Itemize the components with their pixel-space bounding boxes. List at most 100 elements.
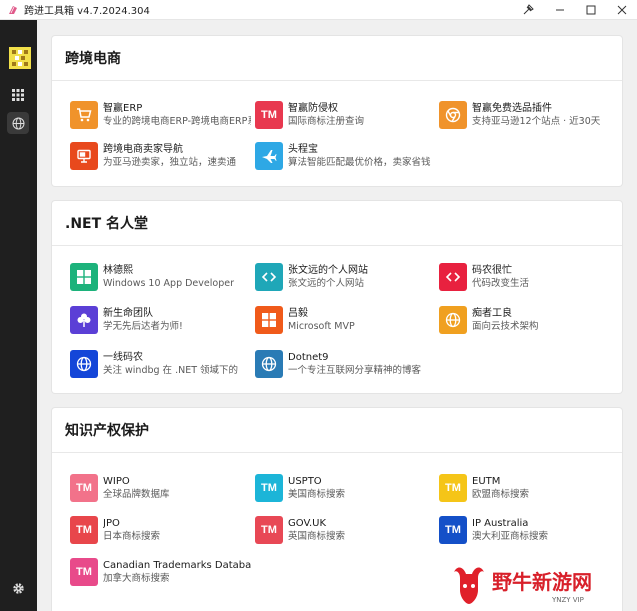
list-item[interactable]: TM GOV.UK 英国商标搜索 xyxy=(255,512,440,548)
tm-icon: TM xyxy=(70,516,98,544)
section-title: 知识产权保护 xyxy=(52,408,622,453)
code-icon xyxy=(439,263,467,291)
item-title: 痴者工良 xyxy=(472,308,512,319)
item-title: 林德熙 xyxy=(103,265,133,276)
item-title: IP Australia xyxy=(472,518,529,529)
item-description: Windows 10 App Developer xyxy=(103,278,234,289)
apps-grid-icon xyxy=(12,89,24,101)
list-item[interactable]: TM WIPO 全球品牌数据库 xyxy=(70,470,255,506)
cart-icon xyxy=(70,101,98,129)
list-item[interactable]: 新生命团队 学无先后达者为师! xyxy=(70,302,255,338)
presentation-icon xyxy=(70,142,98,170)
list-item[interactable]: 林德熙 Windows 10 App Developer xyxy=(70,259,255,295)
list-item[interactable]: 吕毅 Microsoft MVP xyxy=(255,302,440,338)
list-item[interactable]: TM EUTM 欧盟商标搜索 xyxy=(439,470,624,506)
globe-icon xyxy=(439,306,467,334)
watermark-logo: 野牛新游网 YNZY VIP xyxy=(454,567,592,604)
item-title: 智赢ERP xyxy=(103,103,143,114)
item-description: 专业的跨境电商ERP-跨境电商ERP系统 xyxy=(103,116,251,127)
tm-icon: TM xyxy=(70,558,98,586)
list-item[interactable]: TM IP Australia 澳大利亚商标搜索 xyxy=(439,512,624,548)
section-title: .NET 名人堂 xyxy=(52,201,622,246)
list-item[interactable]: TM Canadian Trademarks Database 加拿大商标搜索 xyxy=(70,554,255,590)
list-item[interactable]: TM USPTO 美国商标搜索 xyxy=(255,470,440,506)
globe-icon xyxy=(255,350,283,378)
item-description: 张文远的个人网站 xyxy=(288,278,365,289)
item-title: 智赢防侵权 xyxy=(288,103,338,114)
item-title: 一线码农 xyxy=(103,352,143,363)
list-item[interactable]: 张文远的个人网站 张文远的个人网站 xyxy=(255,259,440,295)
item-title: EUTM xyxy=(472,476,501,487)
item-description: 全球品牌数据库 xyxy=(103,489,170,500)
app-logo-icon xyxy=(9,47,31,69)
settings-icon xyxy=(12,582,24,594)
clover-icon xyxy=(70,306,98,334)
list-item[interactable]: 智赢免费选品插件 支持亚马逊12个站点 · 近30天 xyxy=(439,97,624,133)
item-description: 代码改变生活 xyxy=(472,278,530,289)
item-description: 算法智能匹配最优价格，卖家省钱 xyxy=(288,157,431,168)
list-item[interactable]: 跨境电商卖家导航 为亚马逊卖家，独立站，速卖通 xyxy=(70,138,255,174)
item-title: 智赢免费选品插件 xyxy=(472,103,552,114)
list-item[interactable]: 头程宝 算法智能匹配最优价格，卖家省钱 xyxy=(255,138,440,174)
list-item[interactable]: 痴者工良 面向云技术架构 xyxy=(439,302,624,338)
windows-icon xyxy=(70,263,98,291)
item-description: 面向云技术架构 xyxy=(472,321,539,332)
airplane-icon xyxy=(255,142,283,170)
list-item[interactable]: Dotnet9 一个专注互联网分享精神的博客 xyxy=(255,346,440,382)
item-title: JPO xyxy=(103,518,120,529)
watermark-text: 野牛新游网 xyxy=(492,570,592,594)
section-dotnet-hall-of-fame: .NET 名人堂 林德熙 Windows 10 App Developer 张文… xyxy=(52,201,622,393)
item-title: Canadian Trademarks Database xyxy=(103,560,251,571)
item-title: 张文远的个人网站 xyxy=(288,265,368,276)
list-item[interactable]: 码农很忙 代码改变生活 xyxy=(439,259,624,295)
pin-icon[interactable] xyxy=(513,0,544,20)
minimize-icon[interactable] xyxy=(544,0,575,20)
watermark-subtext: YNZY VIP xyxy=(551,596,584,604)
tm-icon: TM xyxy=(439,474,467,502)
main-content: 跨境电商 智赢ERP 专业的跨境电商ERP-跨境电商ERP系统 TM 智赢防侵权… xyxy=(37,20,637,611)
close-icon[interactable] xyxy=(606,0,637,20)
item-description: 为亚马逊卖家，独立站，速卖通 xyxy=(103,157,237,168)
tm-icon: TM xyxy=(255,101,283,129)
item-description: 英国商标搜索 xyxy=(288,531,346,542)
item-description: 关注 windbg 在 .NET 领域下的 xyxy=(103,365,239,376)
item-title: 码农很忙 xyxy=(472,265,512,276)
windows-icon xyxy=(255,306,283,334)
list-item[interactable]: TM JPO 日本商标搜索 xyxy=(70,512,255,548)
list-item[interactable]: TM 智赢防侵权 国际商标注册查询 xyxy=(255,97,440,133)
item-title: 吕毅 xyxy=(288,308,308,319)
item-description: 一个专注互联网分享精神的博客 xyxy=(288,365,422,376)
settings-button[interactable] xyxy=(7,577,29,599)
item-title: Dotnet9 xyxy=(288,352,329,363)
title-bar: 跨进工具箱 v4.7.2024.304 xyxy=(0,0,637,20)
window-title: 跨进工具箱 v4.7.2024.304 xyxy=(24,6,150,17)
tm-icon: TM xyxy=(439,516,467,544)
item-description: Microsoft MVP xyxy=(288,321,355,332)
chrome-icon xyxy=(439,101,467,129)
globe-icon xyxy=(70,350,98,378)
list-item[interactable]: 智赢ERP 专业的跨境电商ERP-跨境电商ERP系统 xyxy=(70,97,255,133)
item-description: 美国商标搜索 xyxy=(288,489,346,500)
app-logo-icon xyxy=(9,5,17,14)
item-description: 日本商标搜索 xyxy=(103,531,161,542)
item-description: 支持亚马逊12个站点 · 近30天 xyxy=(472,116,601,127)
section-cross-border-ecommerce: 跨境电商 智赢ERP 专业的跨境电商ERP-跨境电商ERP系统 TM 智赢防侵权… xyxy=(52,36,622,186)
navigation-rail xyxy=(0,20,37,611)
item-title: 新生命团队 xyxy=(103,308,153,319)
maximize-icon[interactable] xyxy=(575,0,606,20)
list-item[interactable]: 一线码农 关注 windbg 在 .NET 领域下的 xyxy=(70,346,255,382)
globe-icon xyxy=(12,117,24,129)
tm-icon: TM xyxy=(70,474,98,502)
item-description: 加拿大商标搜索 xyxy=(103,573,170,584)
item-description: 国际商标注册查询 xyxy=(288,116,365,127)
apps-grid-button[interactable] xyxy=(7,84,29,106)
globe-button[interactable] xyxy=(7,112,29,134)
item-title: WIPO xyxy=(103,476,130,487)
section-title: 跨境电商 xyxy=(52,36,622,81)
item-title: GOV.UK xyxy=(288,518,327,529)
tm-icon: TM xyxy=(255,474,283,502)
code-icon xyxy=(255,263,283,291)
item-description: 学无先后达者为师! xyxy=(103,321,183,332)
item-description: 澳大利亚商标搜索 xyxy=(472,531,549,542)
item-title: 跨境电商卖家导航 xyxy=(103,144,183,155)
